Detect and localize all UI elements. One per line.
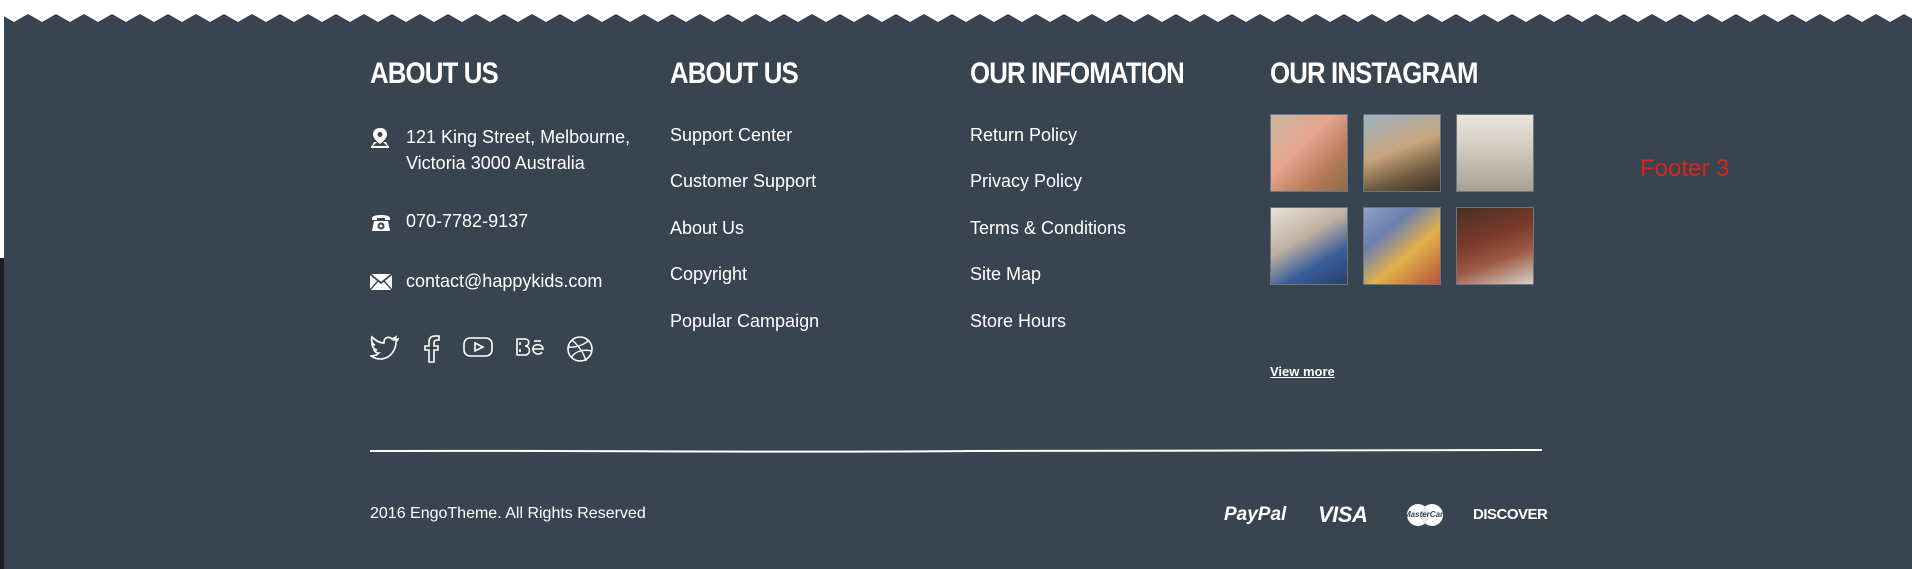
- visa-logo: VISA: [1318, 502, 1368, 527]
- about-column: ABOUT US Support Center Customer Support…: [670, 52, 930, 342]
- information-column-title: OUR INFOMATION: [970, 57, 1185, 90]
- link-terms-conditions[interactable]: Terms & Conditions: [970, 216, 1126, 240]
- zigzag-edge: [0, 0, 1912, 22]
- information-column: OUR INFOMATION Return Policy Privacy Pol…: [970, 52, 1230, 342]
- phone-icon: [370, 208, 406, 240]
- mastercard-label: MasterCard: [1404, 510, 1449, 519]
- link-popular-campaign[interactable]: Popular Campaign: [670, 309, 819, 333]
- left-edge: [0, 0, 4, 569]
- instagram-photo[interactable]: [1363, 114, 1441, 192]
- contact-column-title: ABOUT US: [370, 57, 499, 90]
- link-store-hours[interactable]: Store Hours: [970, 309, 1066, 333]
- phone-row: 070-7782-9137: [370, 208, 528, 240]
- facebook-icon[interactable]: [420, 335, 442, 368]
- left-edge-dark: [0, 258, 4, 569]
- mastercard-logo: MasterCard: [1404, 503, 1449, 527]
- discover-logo: DISCOVER: [1473, 506, 1548, 523]
- link-copyright[interactable]: Copyright: [670, 262, 747, 286]
- link-privacy-policy[interactable]: Privacy Policy: [970, 169, 1082, 193]
- phone-link[interactable]: 070-7782-9137: [406, 208, 528, 240]
- link-return-policy[interactable]: Return Policy: [970, 123, 1077, 147]
- contact-column: ABOUT US 121 King Street, Melbourne, Vic…: [368, 52, 640, 372]
- instagram-column-title: OUR INSTAGRAM: [1270, 57, 1478, 90]
- link-support-center[interactable]: Support Center: [670, 123, 792, 147]
- email-link[interactable]: contact@happykids.com: [406, 268, 602, 297]
- site-footer: ABOUT US 121 King Street, Melbourne, Vic…: [0, 0, 1912, 569]
- link-customer-support[interactable]: Customer Support: [670, 169, 816, 193]
- twitter-icon[interactable]: [368, 335, 400, 368]
- instagram-photo[interactable]: [1270, 114, 1348, 192]
- behance-icon[interactable]: [514, 335, 546, 368]
- address-line2: Victoria 3000 Australia: [406, 153, 585, 173]
- address-row: 121 King Street, Melbourne, Victoria 300…: [370, 124, 630, 176]
- social-links: [368, 335, 614, 368]
- map-marker-icon: [370, 124, 406, 176]
- instagram-photo[interactable]: [1363, 207, 1441, 285]
- dribbble-icon[interactable]: [566, 335, 594, 368]
- address-text: 121 King Street, Melbourne, Victoria 300…: [406, 124, 630, 176]
- mail-icon: [369, 268, 406, 297]
- paypal-logo: PayPal: [1224, 504, 1287, 525]
- email-row: contact@happykids.com: [369, 268, 602, 297]
- link-about-us[interactable]: About Us: [670, 216, 744, 240]
- youtube-icon[interactable]: [462, 335, 494, 368]
- instagram-photo[interactable]: [1456, 207, 1534, 285]
- about-column-title: ABOUT US: [670, 57, 799, 90]
- copyright-text: 2016 EngoTheme. All Rights Reserved: [370, 505, 646, 522]
- footer-divider: [370, 449, 1542, 453]
- footer-label: Footer 3: [1640, 155, 1730, 182]
- view-more-link[interactable]: View more: [1270, 364, 1335, 379]
- link-site-map[interactable]: Site Map: [970, 262, 1041, 286]
- instagram-photo[interactable]: [1456, 114, 1534, 192]
- instagram-photo[interactable]: [1270, 207, 1348, 285]
- address-line1: 121 King Street, Melbourne,: [406, 127, 631, 147]
- instagram-column: OUR INSTAGRAM View more: [1270, 52, 1550, 379]
